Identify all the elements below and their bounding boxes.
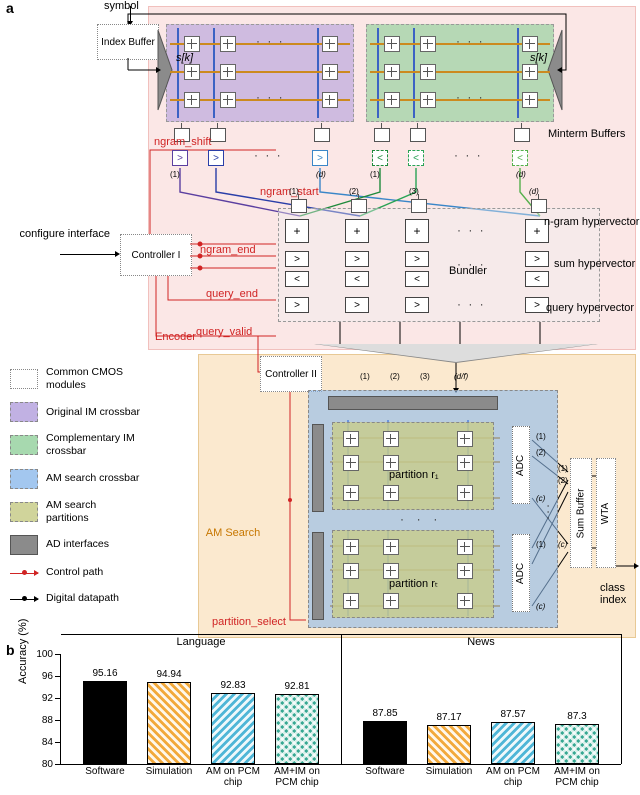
x-category: AM on PCM chip [203, 766, 263, 788]
legend-orig-im: Original IM crossbar [46, 406, 140, 419]
bar-value: 87.17 [427, 712, 471, 723]
accuracy-chart: Accuracy (%) 8084889296100LanguageNews95… [60, 654, 621, 765]
am-partition-2: partition rₜ [332, 530, 494, 618]
bar-value: 95.16 [83, 668, 127, 679]
legend-comp-im: Complementary IM crossbar [46, 432, 140, 458]
sig-ngram-shift: ngram_shift [154, 136, 211, 148]
sig-query-end: query_end [206, 288, 258, 300]
x-category: AM+IM on PCM chip [267, 766, 327, 788]
encoder-label: Encoder [155, 331, 196, 343]
controller-1: Controller I [120, 234, 192, 276]
segment-label: News [341, 636, 621, 648]
bundler-label: Bundler [449, 265, 487, 277]
controller-2-label: Controller II [265, 369, 317, 380]
shifter-row: > > > < < < · · · · · · [166, 150, 588, 170]
sig-query-valid: query_valid [196, 326, 252, 338]
panel-b: b Accuracy (%) 8084889296100LanguageNews… [0, 642, 640, 792]
idx-1b: (1) [370, 170, 380, 179]
sk-right: s[k] [530, 52, 547, 64]
idx-db: (d) [516, 170, 526, 179]
bar [147, 682, 191, 764]
symbol-label: symbol [104, 0, 139, 12]
class-index-label: class index [600, 582, 640, 606]
sum-buffer: Sum Buffer [570, 458, 592, 568]
configure-arrow [60, 254, 116, 255]
ytick-label: 100 [33, 649, 53, 660]
segment-label: Language [61, 636, 341, 648]
am-partition-1: partition r₁ [332, 422, 494, 510]
ytick-label: 84 [33, 737, 53, 748]
sig-ngram-end: ngram_end [200, 244, 256, 256]
ytick-label: 96 [33, 671, 53, 682]
legend-ad-if: AD interfaces [46, 538, 109, 551]
index-buffer: Index Buffer [97, 24, 159, 60]
minterm-label: Minterm Buffers [548, 128, 625, 140]
bar-value: 92.81 [275, 681, 319, 692]
x-category: AM on PCM chip [483, 766, 543, 788]
configure-interface-label: configure interface [2, 228, 110, 240]
symbol-arrow [130, 6, 131, 22]
legend-data-path: Digital datapath [46, 592, 119, 605]
ad-interface-top [328, 396, 498, 410]
x-category: AM+IM on PCM chip [547, 766, 607, 788]
adc-1: ADC [512, 426, 530, 504]
x-category: Simulation [419, 766, 479, 777]
index-buffer-label: Index Buffer [101, 37, 155, 48]
sk-left: s[k] [176, 52, 193, 64]
ngram-hv-label: n-gram hypervector [544, 216, 639, 228]
controller-2: Controller II [260, 356, 322, 392]
bar [211, 693, 255, 764]
panel-a: a Encoder AM Search symbol Index Buffer … [0, 0, 640, 642]
x-category: Software [355, 766, 415, 777]
bar-value: 87.85 [363, 708, 407, 719]
bar [83, 681, 127, 764]
y-axis-label: Accuracy (%) [17, 619, 29, 684]
legend-am-part: AM search partitions [46, 499, 140, 525]
am-label: AM Search [205, 527, 261, 539]
bar [427, 725, 471, 764]
wta-block: WTA [596, 458, 616, 568]
bar-value: 92.83 [211, 680, 255, 691]
bar [555, 724, 599, 764]
ytick-label: 88 [33, 715, 53, 726]
idx-da: (d) [316, 170, 326, 179]
sum-hv-label: sum hypervector [554, 258, 635, 270]
bar-value: 87.3 [555, 711, 599, 722]
sig-partition-select: partition_select [212, 616, 286, 628]
panel-a-label: a [6, 0, 14, 16]
legend-am-xbar: AM search crossbar [46, 472, 139, 485]
legend-cmos: Common CMOS modules [46, 366, 140, 392]
query-triangle [316, 344, 596, 362]
bar [491, 722, 535, 764]
controller-1-label: Controller I [132, 250, 181, 261]
minterm-buffers [166, 128, 588, 146]
query-hv-label: query hypervector [546, 302, 634, 314]
x-category: Software [75, 766, 135, 777]
bar-value: 87.57 [491, 709, 535, 720]
panel-b-label: b [6, 642, 15, 658]
ytick-label: 92 [33, 693, 53, 704]
legend-ctrl-path: Control path [46, 566, 103, 579]
legend: Common CMOS modules Original IM crossbar… [10, 366, 140, 617]
adc-2: ADC [512, 534, 530, 612]
ytick-label: 80 [33, 759, 53, 770]
idx-1a: (1) [170, 170, 180, 179]
ad-interface-left-1 [312, 424, 324, 512]
bar [363, 721, 407, 764]
ad-interface-left-2 [312, 532, 324, 620]
bar [275, 694, 319, 764]
bar-value: 94.94 [147, 669, 191, 680]
x-category: Simulation [139, 766, 199, 777]
